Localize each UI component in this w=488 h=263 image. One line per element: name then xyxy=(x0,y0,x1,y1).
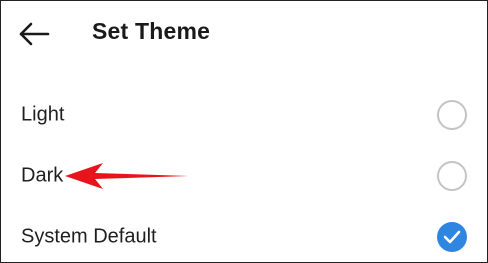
theme-option-label: Light xyxy=(21,103,65,126)
radio-system-default[interactable] xyxy=(437,222,467,252)
checkmark-icon xyxy=(443,230,461,244)
page-title: Set Theme xyxy=(92,18,211,44)
app-window: Set Theme Light Dark System Default xyxy=(0,0,488,263)
radio-light[interactable] xyxy=(437,100,467,130)
back-button[interactable] xyxy=(15,17,53,51)
arrow-left-icon xyxy=(19,22,50,46)
theme-option-label: Dark xyxy=(21,164,64,187)
radio-dark[interactable] xyxy=(437,161,467,191)
theme-option-light[interactable]: Light xyxy=(1,87,487,143)
theme-option-label: System Default xyxy=(21,225,157,248)
theme-option-system-default[interactable]: System Default xyxy=(1,209,487,263)
theme-option-dark[interactable]: Dark xyxy=(1,148,487,204)
top-app-bar: Set Theme xyxy=(1,1,487,63)
